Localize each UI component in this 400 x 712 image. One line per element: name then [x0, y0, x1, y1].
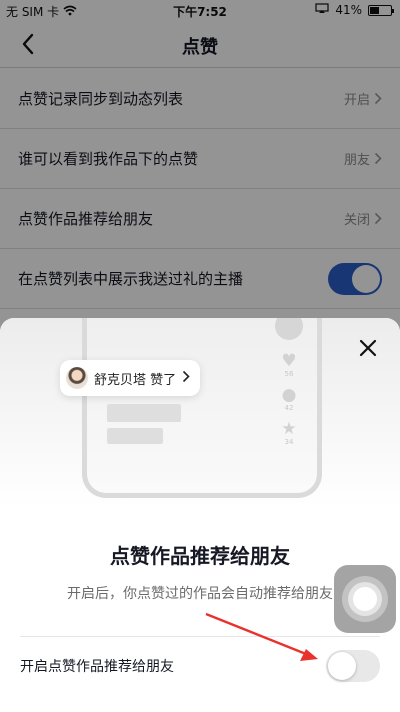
like-notification-bubble: 舒克贝塔 赞了 [60, 360, 201, 396]
sheet-toggle-label: 开启点赞作品推荐给朋友 [20, 659, 174, 675]
divider [20, 636, 380, 637]
chevron-right-icon [182, 370, 190, 387]
sheet-title: 点赞作品推荐给朋友 [110, 544, 290, 568]
sheet-toggle-row: 开启点赞作品推荐给朋友 [20, 646, 380, 686]
bubble-text: 舒克贝塔 赞了 [94, 372, 177, 388]
phone-mockup: ♥ 56 ● 42 ★ 34 [82, 318, 322, 498]
comment-icon: ● 42 [277, 386, 301, 412]
favorite-count: 34 [284, 438, 294, 446]
star-icon: ★ 34 [277, 420, 301, 446]
close-icon [359, 339, 377, 357]
placeholder-bar [107, 428, 163, 444]
recommend-to-friends-toggle[interactable] [326, 650, 380, 682]
avatar [66, 367, 88, 389]
comment-count: 42 [284, 404, 294, 412]
sheet-illustration: ♥ 56 ● 42 ★ 34 舒克贝塔 赞了 [0, 318, 400, 508]
assistive-touch-button[interactable] [334, 565, 396, 633]
toggle-knob [328, 652, 356, 680]
heart-icon: ♥ 56 [277, 352, 301, 378]
bottom-sheet: ♥ 56 ● 42 ★ 34 舒克贝塔 赞了 点赞作品推荐给朋友 开启后，你点赞 [0, 318, 400, 712]
placeholder-bar [107, 404, 181, 422]
avatar-placeholder [275, 318, 303, 340]
close-button[interactable] [356, 336, 380, 360]
like-count: 56 [284, 370, 294, 378]
